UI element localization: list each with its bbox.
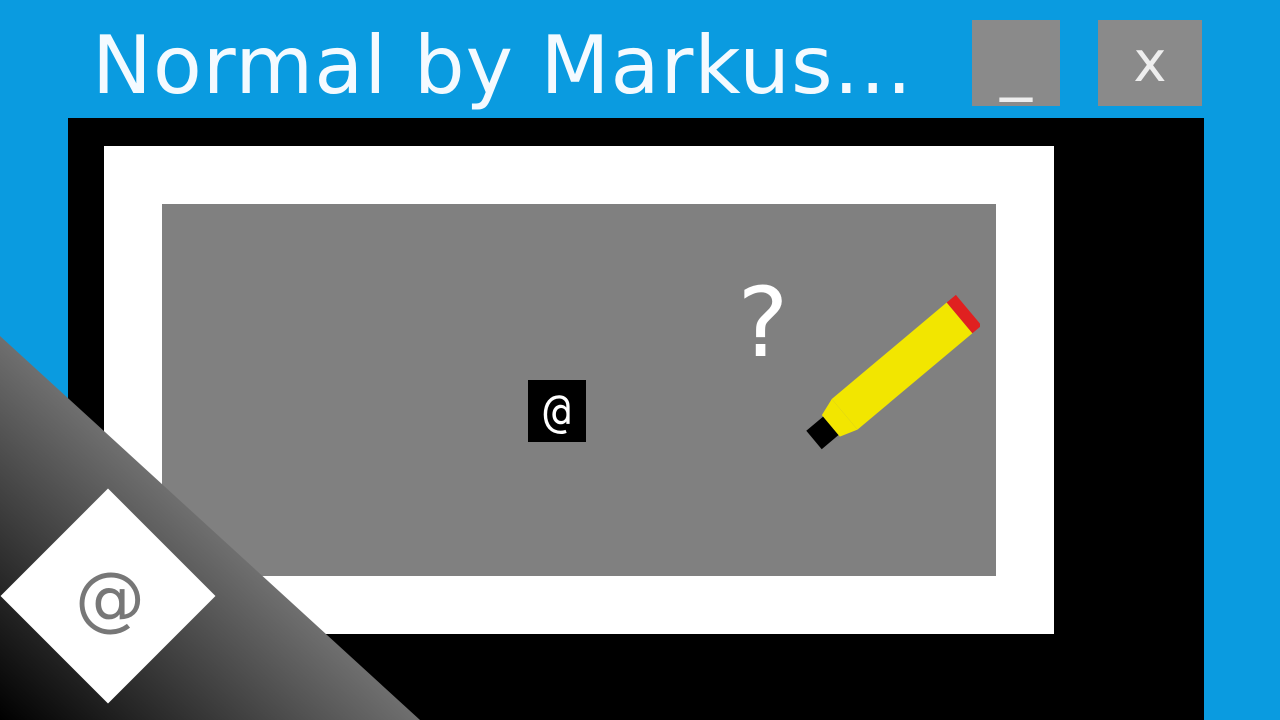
close-button[interactable]: x — [1098, 20, 1202, 106]
pencil-body — [831, 302, 973, 430]
channel-logo-at-icon: @ — [75, 557, 145, 639]
at-cursor-icon[interactable]: @ — [528, 380, 586, 442]
help-icon[interactable]: ? — [728, 268, 798, 378]
minimize-button[interactable]: _ — [972, 20, 1060, 106]
window-title: Normal by Markus... — [92, 19, 913, 112]
screen: Normal by Markus... _ x @ ? @ — [0, 0, 1280, 720]
pencil-icon[interactable] — [800, 290, 980, 460]
